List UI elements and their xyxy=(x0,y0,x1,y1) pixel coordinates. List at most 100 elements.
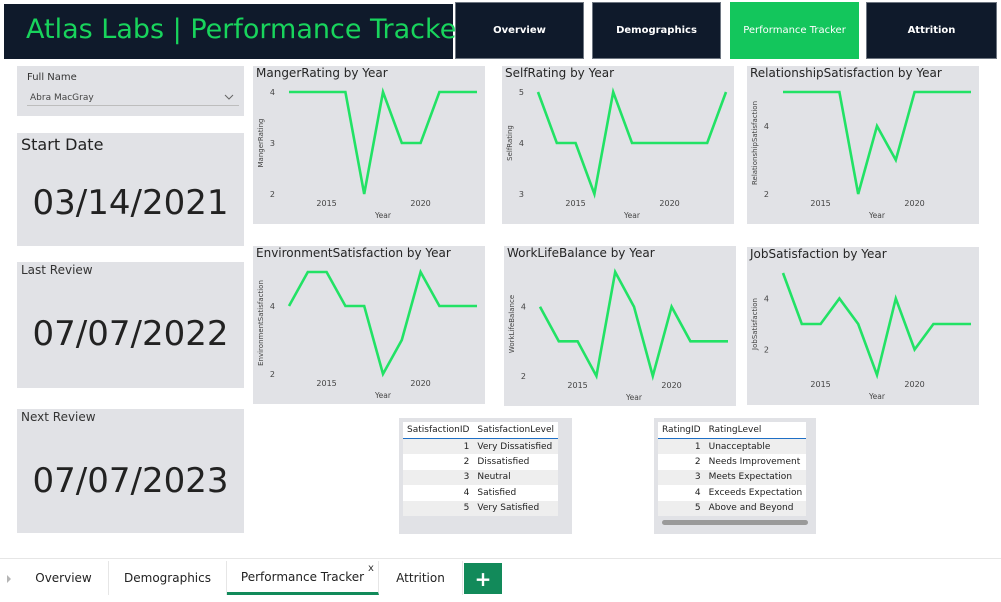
y-axis-label: RelationshipSatisfaction xyxy=(751,101,759,185)
nav-demographics-button[interactable]: Demographics xyxy=(592,2,721,59)
close-tab-icon[interactable]: x xyxy=(368,563,374,574)
data-point[interactable] xyxy=(781,271,785,275)
data-point[interactable] xyxy=(437,304,441,308)
data-point[interactable] xyxy=(419,270,423,274)
x-tick-label: 2015 xyxy=(316,379,336,388)
data-point[interactable] xyxy=(707,339,711,343)
data-point[interactable] xyxy=(819,90,823,94)
page-title: Atlas Labs | Performance Tracker xyxy=(26,14,468,45)
nav-attrition-button[interactable]: Attrition xyxy=(866,2,997,59)
data-point[interactable] xyxy=(632,305,636,309)
data-point[interactable] xyxy=(437,90,441,94)
data-point[interactable] xyxy=(613,270,617,274)
data-point[interactable] xyxy=(837,297,841,301)
column-header[interactable]: RatingLevel xyxy=(704,422,807,439)
data-point[interactable] xyxy=(913,90,917,94)
tab-demographics[interactable]: Demographics xyxy=(109,561,227,595)
data-point[interactable] xyxy=(475,304,479,308)
horizontal-scrollbar[interactable] xyxy=(662,520,808,525)
data-point[interactable] xyxy=(557,339,561,343)
data-point[interactable] xyxy=(576,339,580,343)
data-point[interactable] xyxy=(800,90,804,94)
data-point[interactable] xyxy=(343,90,347,94)
y-tick-label: 3 xyxy=(270,139,275,148)
tab-attrition[interactable]: Attrition xyxy=(379,561,463,595)
data-point[interactable] xyxy=(837,90,841,94)
data-point[interactable] xyxy=(969,322,973,326)
data-point[interactable] xyxy=(668,141,672,145)
data-point[interactable] xyxy=(306,270,310,274)
data-point[interactable] xyxy=(819,322,823,326)
data-point[interactable] xyxy=(800,322,804,326)
data-point[interactable] xyxy=(931,322,935,326)
data-point[interactable] xyxy=(894,297,898,301)
table-cell: 1 xyxy=(658,438,705,454)
column-header[interactable]: SatisfactionLevel xyxy=(473,422,558,439)
table-cell: 5 xyxy=(403,500,474,516)
data-point[interactable] xyxy=(686,141,690,145)
data-point[interactable] xyxy=(381,90,385,94)
data-point[interactable] xyxy=(950,90,954,94)
data-point[interactable] xyxy=(343,304,347,308)
data-point[interactable] xyxy=(856,192,860,196)
data-point[interactable] xyxy=(475,90,479,94)
data-point[interactable] xyxy=(456,304,460,308)
column-header[interactable]: RatingID xyxy=(658,422,705,439)
data-point[interactable] xyxy=(536,90,540,94)
y-tick-label: 2 xyxy=(764,346,769,355)
name-dropdown[interactable]: Abra MacGray xyxy=(27,90,239,106)
data-point[interactable] xyxy=(555,141,559,145)
data-point[interactable] xyxy=(875,124,879,128)
nav-performance-tracker-button[interactable]: Performance Tracker xyxy=(730,2,859,59)
data-point[interactable] xyxy=(630,141,634,145)
data-point[interactable] xyxy=(592,192,596,196)
data-point[interactable] xyxy=(651,374,655,378)
data-point[interactable] xyxy=(950,322,954,326)
satisfaction-table: SatisfactionID SatisfactionLevel 1 Very D… xyxy=(399,418,572,534)
tab-scroll-left-icon[interactable] xyxy=(0,563,18,594)
data-point[interactable] xyxy=(688,339,692,343)
data-point[interactable] xyxy=(362,192,366,196)
y-axis-label: EnvironmentSatisfaction xyxy=(257,280,265,366)
data-point[interactable] xyxy=(400,338,404,342)
data-point[interactable] xyxy=(574,141,578,145)
chart-self-rating: SelfRating by Year 3 4 5 2015 2020 Year SelfRa… xyxy=(502,66,734,224)
data-point[interactable] xyxy=(287,304,291,308)
data-point[interactable] xyxy=(362,304,366,308)
data-point[interactable] xyxy=(781,90,785,94)
data-point[interactable] xyxy=(287,90,291,94)
data-point[interactable] xyxy=(670,305,674,309)
data-point[interactable] xyxy=(594,374,598,378)
data-point[interactable] xyxy=(931,90,935,94)
data-point[interactable] xyxy=(856,322,860,326)
data-point[interactable] xyxy=(611,90,615,94)
table-cell: Above and Beyond xyxy=(704,500,807,516)
data-point[interactable] xyxy=(419,141,423,145)
data-point[interactable] xyxy=(325,270,329,274)
chart-environment-satisfaction: EnvironmentSatisfaction by Year 2 4 2015 20… xyxy=(253,246,485,404)
data-point[interactable] xyxy=(969,90,973,94)
data-point[interactable] xyxy=(400,141,404,145)
x-tick-label: 2020 xyxy=(661,381,681,390)
data-point[interactable] xyxy=(538,305,542,309)
data-point[interactable] xyxy=(705,141,709,145)
data-point[interactable] xyxy=(649,141,653,145)
rating-table-grid: RatingID RatingLevel 1 Unacceptable 2 Need… xyxy=(658,422,807,516)
data-point[interactable] xyxy=(724,90,728,94)
tab-overview[interactable]: Overview xyxy=(19,561,109,595)
filter-label: Full Name xyxy=(27,72,77,83)
data-point[interactable] xyxy=(306,90,310,94)
data-point[interactable] xyxy=(325,90,329,94)
nav-overview-button[interactable]: Overview xyxy=(455,2,584,59)
column-header[interactable]: SatisfactionID xyxy=(403,422,474,439)
add-page-button[interactable]: + xyxy=(464,563,502,594)
chevron-down-icon xyxy=(224,94,234,100)
y-tick-label: 4 xyxy=(521,303,526,312)
data-point[interactable] xyxy=(875,373,879,377)
tab-performance-tracker[interactable]: Performance Tracker xyxy=(227,561,379,595)
data-point[interactable] xyxy=(894,158,898,162)
data-point[interactable] xyxy=(456,90,460,94)
data-point[interactable] xyxy=(913,348,917,352)
data-point[interactable] xyxy=(381,372,385,376)
data-point[interactable] xyxy=(726,339,730,343)
